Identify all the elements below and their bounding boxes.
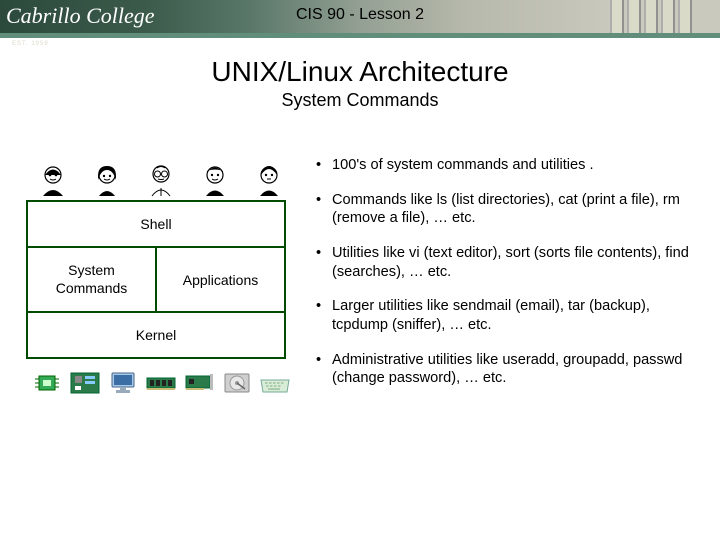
user-icon (251, 162, 287, 198)
bullet-list: 100's of system commands and utilities .… (316, 156, 696, 404)
header-pillars-image (610, 0, 720, 33)
applications-cell: Applications (156, 247, 285, 312)
bullet-item: Administrative utilities like useradd, g… (316, 351, 696, 388)
hard-drive-icon (221, 370, 253, 396)
hardware-row (26, 365, 296, 401)
motherboard-icon (69, 370, 101, 396)
ram-icon (145, 370, 177, 396)
bullet-item: Larger utilities like sendmail (email), … (316, 297, 696, 334)
user-icon (35, 162, 71, 198)
kernel-cell: Kernel (27, 312, 285, 358)
user-icon (197, 162, 233, 198)
bullet-item: Utilities like vi (text editor), sort (s… (316, 244, 696, 281)
expansion-card-icon (183, 370, 215, 396)
bullet-item: 100's of system commands and utilities . (316, 156, 696, 175)
slide-title: UNIX/Linux Architecture (0, 56, 720, 88)
slide-header: Cabrillo College EST. 1959 CIS 90 - Less… (0, 0, 720, 38)
user-icon (89, 162, 125, 198)
architecture-diagram: Shell System Commands Applications Kerne… (26, 156, 296, 401)
user-icon (143, 162, 179, 198)
slide-subtitle: System Commands (0, 90, 720, 111)
system-commands-cell: System Commands (27, 247, 156, 312)
header-divider (0, 33, 720, 38)
bullet-item: Commands like ls (list directories), cat… (316, 191, 696, 228)
users-row (26, 156, 296, 198)
cpu-icon (31, 370, 63, 396)
college-est: EST. 1959 (12, 41, 49, 47)
keyboard-icon (259, 370, 291, 396)
shell-cell: Shell (27, 201, 285, 247)
monitor-icon (107, 370, 139, 396)
architecture-table: Shell System Commands Applications Kerne… (26, 200, 286, 359)
